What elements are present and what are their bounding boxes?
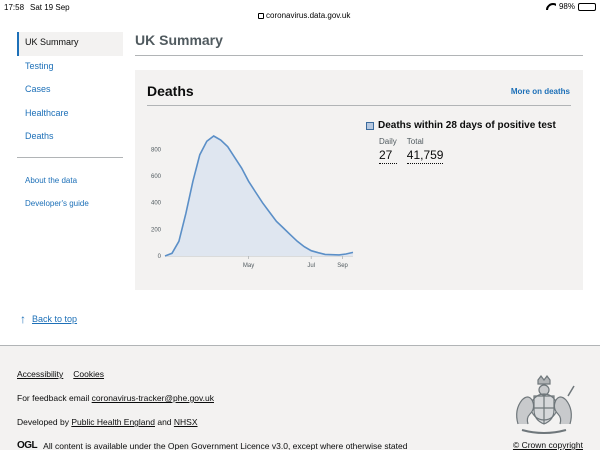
x-tick-label: May	[243, 263, 254, 269]
metric-title: Deaths within 28 days of positive test	[378, 120, 556, 131]
side-navigation: UK Summary Testing Cases Healthcare Deat…	[17, 32, 123, 217]
daily-label: Daily	[379, 137, 397, 146]
status-date: Sat 19 Sep	[30, 3, 70, 12]
licence-suffix: , except where otherwise stated	[287, 440, 408, 450]
licence-line: OGL All content is available under the O…	[17, 440, 587, 450]
lock-icon	[258, 13, 264, 19]
y-tick-label: 0	[158, 254, 162, 260]
back-to-top-label: Back to top	[32, 314, 78, 324]
footer-links: Accessibility Cookies	[17, 369, 104, 379]
deaths-metric: Deaths within 28 days of positive test D…	[366, 120, 576, 164]
card-title: Deaths	[147, 83, 194, 99]
arrow-up-icon: ↑	[20, 312, 26, 326]
daily-column: Daily 27	[379, 137, 397, 164]
developed-prefix: Developed by	[17, 417, 72, 427]
ogl-logo: OGL	[17, 440, 38, 450]
sidebar-item-testing[interactable]: Testing	[17, 56, 123, 80]
address-bar[interactable]: coronavirus.data.gov.uk	[258, 11, 350, 20]
card-divider	[147, 105, 571, 106]
total-label: Total	[406, 137, 424, 146]
page-title: UK Summary	[135, 32, 223, 48]
more-on-deaths-link[interactable]: More on deaths	[511, 87, 570, 96]
feedback-email-link[interactable]: coronavirus-tracker@phe.gov.uk	[92, 393, 214, 403]
accessibility-link[interactable]: Accessibility	[17, 369, 63, 379]
y-tick-label: 400	[151, 201, 162, 207]
deaths-chart: 0 200 400 600 800 May Jul Sep	[151, 135, 354, 269]
sidebar-item-uk-summary[interactable]: UK Summary	[17, 32, 123, 56]
sidebar-item-about-data[interactable]: About the data	[17, 171, 123, 194]
legend-swatch	[366, 121, 374, 130]
developed-by-line: Developed by Public Health England and N…	[17, 417, 198, 427]
metric-header: Deaths within 28 days of positive test	[366, 120, 576, 131]
x-tick-label: Jul	[307, 263, 315, 269]
crown-copyright-link[interactable]: © Crown copyright	[513, 440, 583, 450]
feedback-prefix: For feedback email	[17, 393, 92, 403]
status-bar: 17:58 Sat 19 Sep coronavirus.data.gov.uk…	[0, 0, 600, 22]
status-time: 17:58	[4, 3, 25, 12]
sidebar-item-cases[interactable]: Cases	[17, 79, 123, 103]
ogl-licence-link[interactable]: Open Government Licence v3.0	[168, 441, 288, 450]
status-right: 98%	[546, 2, 596, 11]
title-divider	[135, 55, 583, 56]
nhsx-link[interactable]: NHSX	[174, 417, 198, 427]
daily-value[interactable]: 27	[379, 148, 397, 164]
url-text: coronavirus.data.gov.uk	[266, 11, 351, 20]
sidebar-item-healthcare[interactable]: Healthcare	[17, 103, 123, 127]
back-to-top-link[interactable]: ↑ Back to top	[20, 312, 77, 326]
licence-text: All content is available under the Open …	[43, 441, 407, 450]
sidebar-item-developers-guide[interactable]: Developer's guide	[17, 194, 123, 217]
battery-icon	[578, 2, 596, 11]
y-tick-label: 200	[151, 227, 162, 233]
developed-and: and	[154, 417, 174, 427]
wifi-icon	[546, 3, 556, 10]
x-tick-label: Sep	[337, 263, 348, 269]
metric-values: Daily 27 Total 41,759	[366, 137, 576, 164]
y-tick-label: 800	[151, 147, 162, 153]
sidebar-item-deaths[interactable]: Deaths	[17, 126, 123, 150]
sidebar-divider	[17, 156, 123, 158]
total-column: Total 41,759	[406, 137, 444, 164]
deaths-card: Deaths More on deaths 0 200 400 600 800 May Ju…	[135, 70, 583, 290]
battery-percent: 98%	[558, 2, 575, 11]
licence-prefix: All content is available under the	[43, 440, 168, 450]
phe-link[interactable]: Public Health England	[71, 417, 155, 427]
royal-coat-of-arms-icon	[516, 375, 575, 434]
feedback-line: For feedback email coronavirus-tracker@p…	[17, 393, 214, 403]
y-tick-label: 600	[151, 174, 162, 180]
footer: Accessibility Cookies For feedback email…	[0, 345, 600, 450]
cookies-link[interactable]: Cookies	[73, 369, 104, 379]
total-value[interactable]: 41,759	[406, 148, 444, 164]
